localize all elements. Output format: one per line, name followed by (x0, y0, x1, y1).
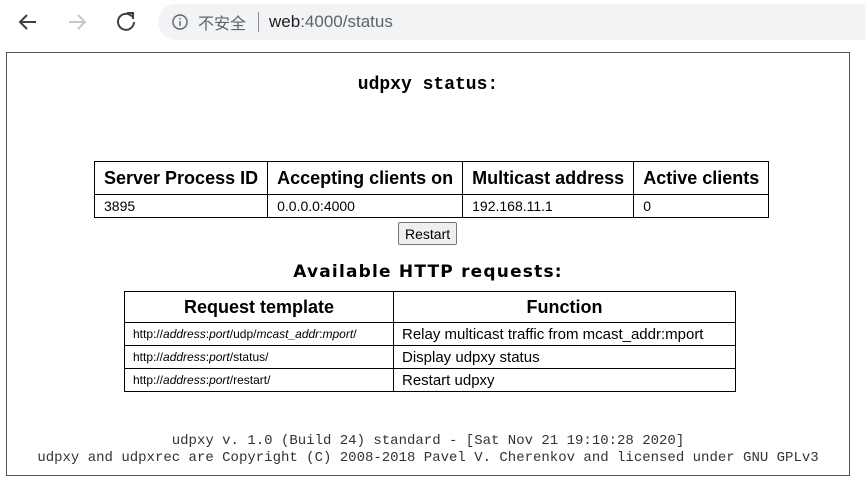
function-status: Display udpxy status (393, 345, 736, 369)
browser-toolbar: 不安全 web:4000/status (0, 0, 865, 44)
requests-table: Request template Function http://address… (124, 291, 736, 392)
page-title: udpxy status: (357, 75, 499, 95)
status-row: 3895 0.0.0.0:4000 192.168.11.1 0 (93, 194, 770, 218)
header-multicast-address: Multicast address (462, 161, 635, 195)
arrow-left-icon (18, 14, 36, 30)
status-header-row: Server Process ID Accepting clients on M… (93, 161, 770, 195)
table-row: http://address:port/restart/ Restart udp… (124, 368, 736, 392)
tpl-text: http:// (133, 327, 164, 341)
table-row: http://address:port/status/ Display udpx… (124, 345, 736, 369)
tpl-text: /udp/ (229, 327, 257, 341)
url-host: web (269, 12, 301, 31)
status-page-frame: udpxy status: Server Process ID Acceptin… (6, 52, 850, 476)
forward-button[interactable] (63, 8, 91, 36)
tpl-text: /restart/ (229, 373, 271, 387)
url-path: :4000/status (300, 12, 393, 31)
footer-version: udpxy v. 1.0 (Build 24) standard - [Sat … (171, 433, 685, 449)
footer: udpxy v. 1.0 (Build 24) standard - [Sat … (7, 433, 849, 467)
table-row: http://address:port/udp/mcast_addr:mport… (124, 322, 736, 346)
tpl-text: http:// (133, 350, 164, 364)
tpl-port: port (209, 373, 230, 387)
restart-button[interactable]: Restart (398, 222, 458, 245)
tpl-text: /status/ (229, 350, 269, 364)
reload-icon (117, 12, 135, 31)
tpl-address: address (163, 327, 206, 341)
tpl-port: port (209, 327, 230, 341)
tpl-mport: mport (322, 327, 354, 341)
arrow-right-icon (69, 14, 87, 30)
tpl-address: address (163, 373, 206, 387)
request-template-restart[interactable]: http://address:port/restart/ (124, 368, 394, 392)
header-accepting-clients: Accepting clients on (267, 161, 464, 195)
function-relay: Relay multicast traffic from mcast_addr:… (393, 322, 736, 346)
header-server-pid: Server Process ID (93, 161, 269, 195)
header-active-clients: Active clients (633, 161, 770, 195)
header-request-template: Request template (124, 291, 394, 323)
back-button[interactable] (14, 8, 42, 36)
cell-multicast-address: 192.168.11.1 (462, 194, 635, 218)
info-icon[interactable] (172, 14, 188, 30)
reload-button[interactable] (112, 8, 140, 36)
cell-accepting-clients: 0.0.0.0:4000 (267, 194, 464, 218)
footer-copyright: udpxy and udpxrec are Copyright (C) 2008… (37, 450, 819, 466)
tpl-text: http:// (133, 373, 164, 387)
address-separator (258, 12, 260, 32)
status-table: Server Process ID Accepting clients on M… (93, 161, 770, 218)
cell-server-pid: 3895 (93, 194, 269, 218)
function-restart: Restart udpxy (393, 368, 736, 392)
tpl-port: port (209, 350, 230, 364)
request-template-udp[interactable]: http://address:port/udp/mcast_addr:mport… (124, 322, 394, 346)
cell-active-clients: 0 (633, 194, 770, 218)
tpl-address: address (163, 350, 206, 364)
address-bar[interactable]: 不安全 web:4000/status (158, 4, 865, 40)
header-function: Function (393, 291, 736, 323)
request-template-status[interactable]: http://address:port/status/ (124, 345, 394, 369)
tpl-mcast-addr: mcast_addr (256, 327, 320, 341)
requests-header-row: Request template Function (124, 291, 736, 323)
requests-title: Available HTTP requests: (293, 262, 563, 282)
security-label[interactable]: 不安全 (198, 10, 246, 34)
tpl-text: / (353, 327, 357, 341)
